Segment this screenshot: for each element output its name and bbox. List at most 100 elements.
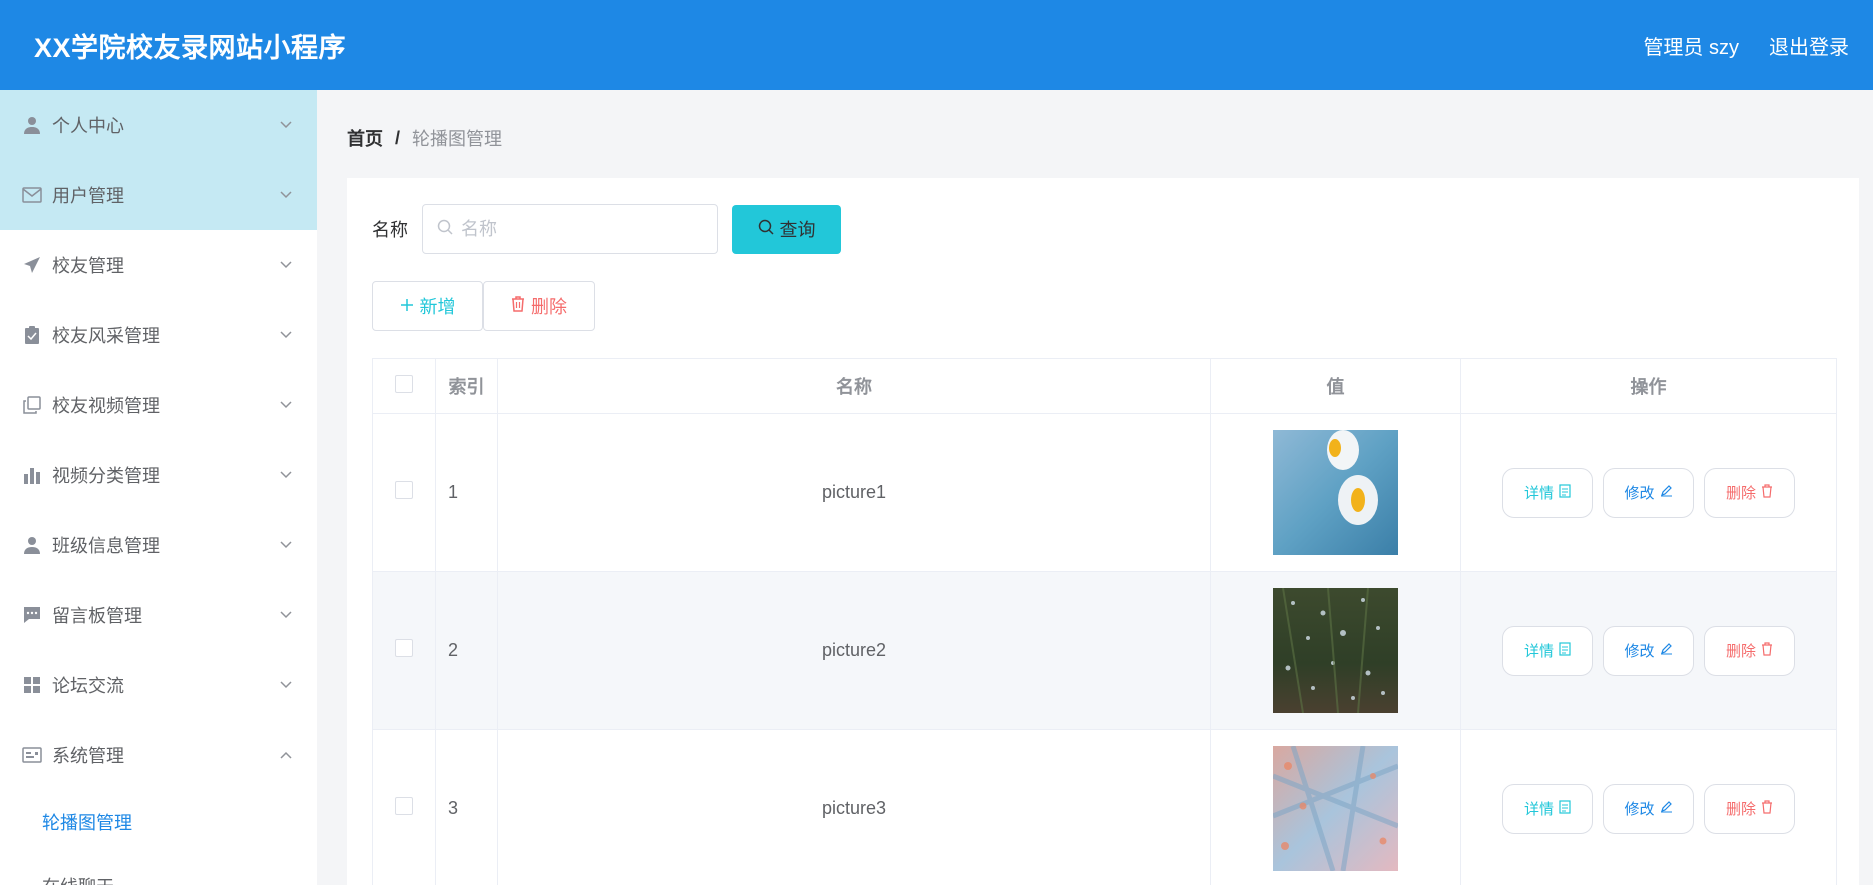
sidebar-item-alumni-video-management[interactable]: 校友视频管理 (0, 370, 317, 440)
column-header-name[interactable]: 名称 (497, 358, 1211, 414)
row-actions: 详情 修改 删除 (1460, 413, 1837, 572)
search-input[interactable] (461, 218, 701, 240)
edit-button[interactable]: 修改 (1603, 625, 1694, 676)
breadcrumb-separator: / (395, 127, 401, 148)
chevron-down-icon (279, 468, 293, 482)
detail-button-label: 详情 (1523, 643, 1554, 660)
delete-button-label: 删除 (1725, 801, 1756, 818)
sidebar-item-label: 校友视频管理 (52, 396, 160, 416)
action-bar: 新增 删除 (372, 281, 595, 331)
trash-icon (1761, 483, 1773, 502)
message-icon (22, 605, 42, 625)
sidebar-item-alumni-management[interactable]: 校友管理 (0, 230, 317, 300)
edit-button[interactable]: 修改 (1603, 783, 1694, 834)
row-value (1210, 729, 1461, 885)
search-label: 名称 (372, 220, 408, 240)
sidebar-item-video-category-management[interactable]: 视频分类管理 (0, 440, 317, 510)
chevron-down-icon (279, 678, 293, 692)
select-all-checkbox[interactable] (395, 374, 413, 393)
row-value (1210, 413, 1461, 572)
chevron-down-icon (279, 538, 293, 552)
query-button-label: 查询 (779, 220, 816, 240)
carousel-thumbnail[interactable] (1273, 430, 1398, 555)
sidebar-item-class-info-management[interactable]: 班级信息管理 (0, 510, 317, 580)
sidebar-item-alumni-style-management[interactable]: 校友风采管理 (0, 300, 317, 370)
document-icon (1559, 483, 1571, 502)
search-icon (758, 219, 774, 240)
query-button[interactable]: 查询 (732, 204, 841, 254)
bar-chart-icon (22, 465, 42, 485)
sidebar-item-label: 用户管理 (52, 186, 124, 206)
sidebar-item-label: 班级信息管理 (52, 536, 160, 556)
trash-icon (511, 295, 525, 317)
edit-icon (1660, 484, 1673, 501)
detail-button[interactable]: 详情 (1502, 467, 1593, 518)
table-row: 2 picture2 详情 修改 删除 (372, 571, 1837, 730)
column-header-value[interactable]: 值 (1210, 358, 1461, 414)
edit-button-label: 修改 (1624, 801, 1655, 818)
sidebar: 个人中心 用户管理 校友管理 校友风采管理 校友视频管理 视频分类管理 班级信息… (0, 90, 317, 885)
mail-icon (22, 185, 42, 205)
edit-button-label: 修改 (1624, 643, 1655, 660)
carousel-thumbnail[interactable] (1273, 746, 1398, 871)
detail-button[interactable]: 详情 (1502, 783, 1593, 834)
delete-button-label: 删除 (531, 297, 567, 317)
carousel-thumbnail[interactable] (1273, 588, 1398, 713)
card-icon (22, 745, 42, 765)
column-header-actions: 操作 (1460, 358, 1837, 414)
row-name: picture3 (497, 729, 1211, 885)
add-button-label: 新增 (419, 297, 456, 317)
sidebar-item-forum[interactable]: 论坛交流 (0, 650, 317, 720)
delete-button-label: 删除 (1725, 485, 1756, 502)
row-actions: 详情 修改 删除 (1460, 571, 1837, 730)
chevron-down-icon (279, 118, 293, 132)
document-icon (1559, 799, 1571, 818)
row-select-cell (372, 729, 436, 885)
detail-button[interactable]: 详情 (1502, 625, 1593, 676)
document-icon (1559, 641, 1571, 660)
delete-button[interactable]: 删除 (1704, 783, 1795, 834)
breadcrumb-current: 轮播图管理 (412, 129, 503, 149)
sidebar-item-label: 留言板管理 (52, 606, 142, 626)
trash-icon (1761, 799, 1773, 818)
chevron-down-icon (279, 258, 293, 272)
table-row: 1 picture1 详情 修改 删除 (372, 413, 1837, 572)
copy-icon (22, 395, 42, 415)
sidebar-item-label: 系统管理 (52, 746, 124, 766)
sidebar-item-system-management[interactable]: 系统管理 (0, 720, 317, 790)
carousel-table: 索引 名称 值 操作 1 picture1 详情 修改 删除 2 picture… (372, 358, 1837, 885)
search-box[interactable] (422, 204, 718, 254)
sidebar-item-user-management[interactable]: 用户管理 (0, 160, 317, 230)
clipboard-icon (22, 325, 42, 345)
trash-icon (1761, 641, 1773, 660)
logout-button[interactable]: 退出登录 (1769, 31, 1849, 60)
row-checkbox[interactable] (395, 639, 413, 657)
row-checkbox[interactable] (395, 797, 413, 815)
delete-button[interactable]: 删除 (1704, 467, 1795, 518)
batch-delete-button[interactable]: 删除 (483, 281, 595, 331)
sidebar-item-personal-center[interactable]: 个人中心 (0, 90, 317, 160)
edit-button[interactable]: 修改 (1603, 467, 1694, 518)
row-select-cell (372, 413, 436, 572)
app-title: XX学院校友录网站小程序 (34, 32, 347, 63)
column-header-index[interactable]: 索引 (435, 358, 498, 414)
delete-button-label: 删除 (1725, 643, 1756, 660)
detail-button-label: 详情 (1523, 801, 1554, 818)
send-icon (22, 255, 42, 275)
delete-button[interactable]: 删除 (1704, 625, 1795, 676)
chevron-down-icon (279, 398, 293, 412)
current-user[interactable]: 管理员 szy (1643, 31, 1739, 60)
row-index: 3 (435, 729, 498, 885)
chevron-down-icon (279, 608, 293, 622)
add-button[interactable]: 新增 (372, 281, 483, 331)
breadcrumb-home[interactable]: 首页 (347, 125, 383, 151)
sidebar-subitem-online-chat[interactable]: 在线聊天 (0, 854, 317, 885)
grid-icon (22, 675, 42, 695)
row-checkbox[interactable] (395, 481, 413, 499)
sidebar-subitem-carousel-management[interactable]: 轮播图管理 (0, 790, 317, 854)
row-index: 1 (435, 413, 498, 572)
sidebar-item-label: 论坛交流 (52, 676, 124, 696)
sidebar-item-message-board-management[interactable]: 留言板管理 (0, 580, 317, 650)
header-user-area: 管理员 szy 退出登录 (1643, 31, 1849, 60)
row-index: 2 (435, 571, 498, 730)
